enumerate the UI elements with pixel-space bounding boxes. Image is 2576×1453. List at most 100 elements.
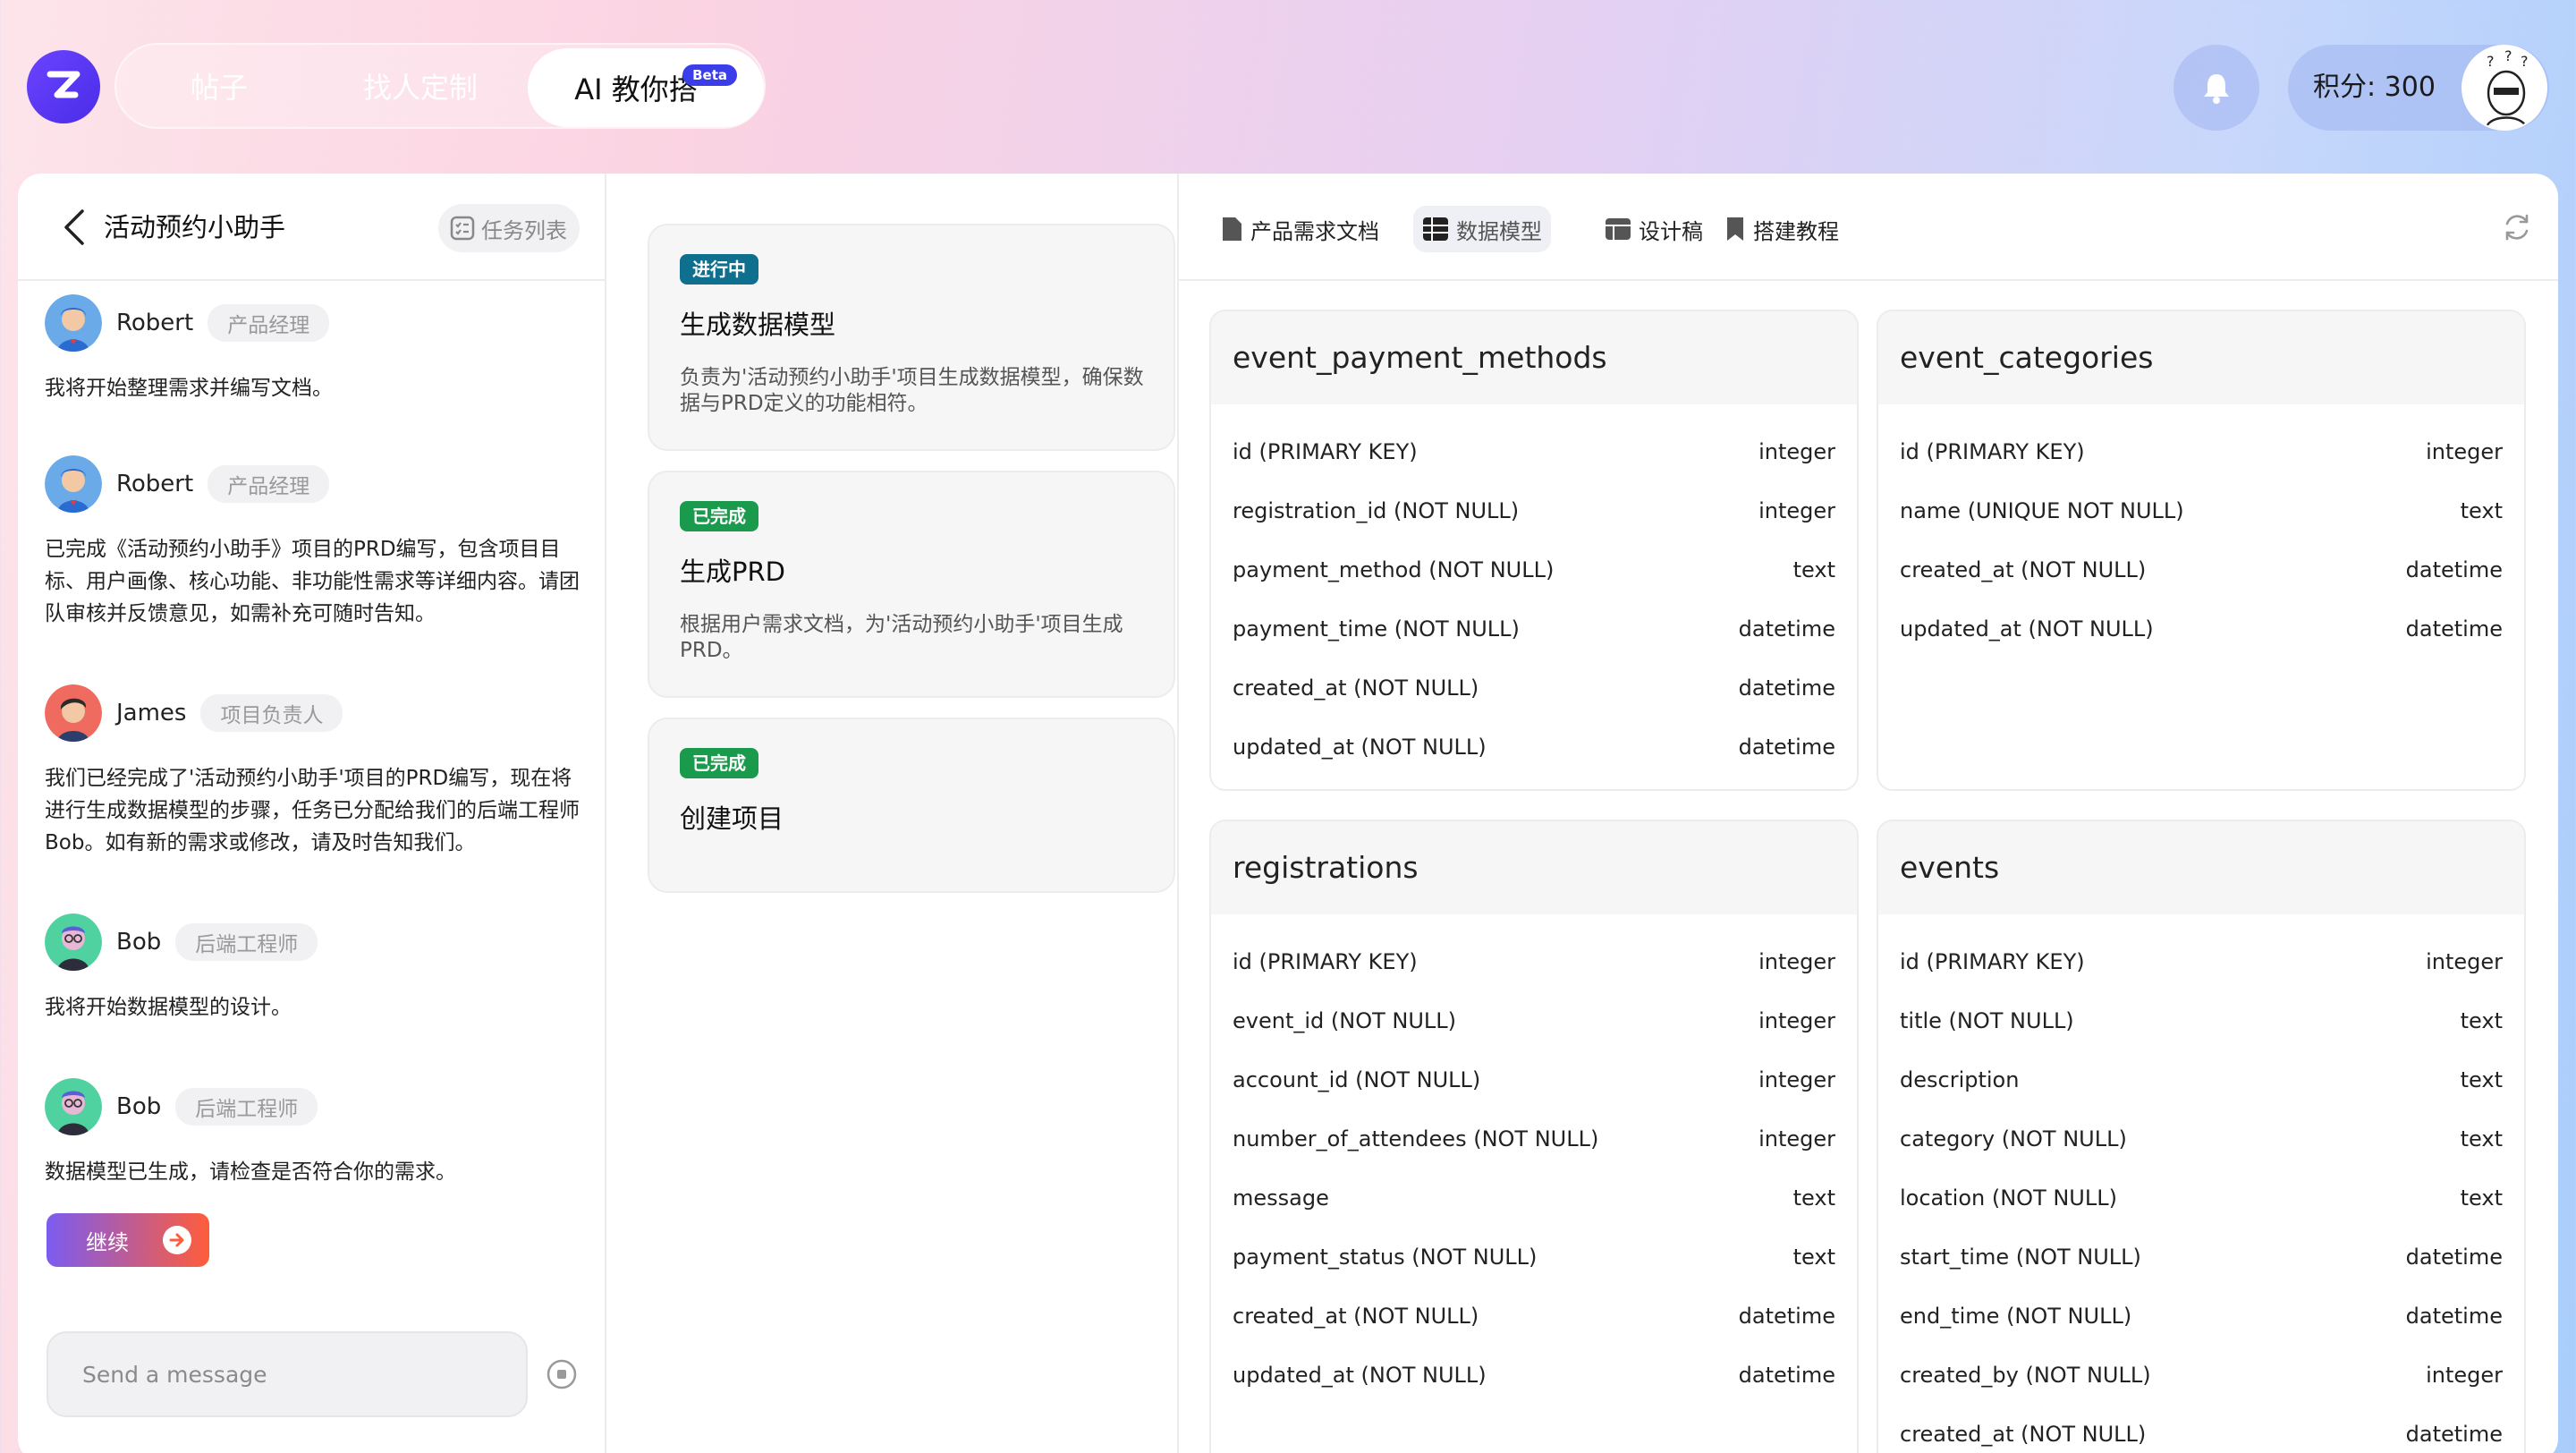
chat-message: Robert 产品经理 我将开始整理需求并编写文档。 (45, 293, 581, 404)
field-name: created_at (NOT NULL) (1900, 557, 2147, 582)
table-name: event_categories (1878, 311, 2524, 404)
table-row: number_of_attendees (NOT NULL) integer (1211, 1109, 1857, 1168)
table-row: account_id (NOT NULL) integer (1211, 1050, 1857, 1109)
field-type: text (2460, 1008, 2503, 1033)
table-card-event-categories: event_categories id (PRIMARY KEY) integer… (1877, 310, 2526, 791)
table-row: category (NOT NULL) text (1878, 1109, 2524, 1168)
task-list-label: 任务列表 (481, 217, 567, 243)
field-type: integer (1758, 1067, 1835, 1092)
field-name: payment_method (NOT NULL) (1233, 557, 1555, 582)
field-name: payment_time (NOT NULL) (1233, 616, 1520, 642)
message-input[interactable] (47, 1331, 528, 1417)
tab-prd[interactable]: 产品需求文档 (1211, 206, 1388, 252)
avatar (45, 684, 102, 742)
task-title: 创建项目 (680, 803, 784, 834)
tab-data-model-label: 数据模型 (1456, 218, 1542, 244)
table-icon (1423, 217, 1448, 241)
field-type: integer (1758, 1008, 1835, 1033)
bob-avatar-icon (45, 1078, 102, 1135)
tab-prd-label: 产品需求文档 (1250, 218, 1379, 244)
arrow-right-icon (163, 1226, 191, 1254)
tab-tutorial[interactable]: 搭建教程 (1716, 206, 1848, 252)
field-type: datetime (1738, 1363, 1835, 1388)
table-row: created_at (NOT NULL) datetime (1878, 540, 2524, 599)
field-type: text (2460, 498, 2503, 523)
table-row: updated_at (NOT NULL) datetime (1878, 599, 2524, 659)
back-arrow-icon[interactable] (55, 206, 95, 249)
beta-badge: Beta (682, 64, 737, 86)
nav-tab-ai-build-label: AI 教你搭 (574, 72, 698, 106)
table-row: registration_id (NOT NULL) integer (1211, 481, 1857, 540)
svg-text:?: ? (2504, 47, 2512, 64)
task-card[interactable]: 已完成 生成PRD 根据用户需求文档，为'活动预约小助手'项目生成PRD。 (648, 471, 1175, 698)
task-card[interactable]: 进行中 生成数据模型 负责为'活动预约小助手'项目生成数据模型，确保数据与PRD… (648, 224, 1175, 451)
field-type: integer (2426, 1363, 2503, 1388)
content-panel: 产品需求文档 数据模型 设计稿 搭建教程 event_payment_metho… (1179, 174, 2558, 1453)
field-type: datetime (2405, 1245, 2503, 1270)
avatar (45, 455, 102, 513)
table-row: created_by (NOT NULL) integer (1878, 1346, 2524, 1405)
table-row: id (PRIMARY KEY) integer (1878, 422, 2524, 481)
tab-data-model[interactable]: 数据模型 (1413, 206, 1551, 252)
field-type: text (1792, 557, 1835, 582)
field-type: datetime (1738, 735, 1835, 760)
field-name: message (1233, 1185, 1329, 1211)
avatar (45, 1078, 102, 1135)
table-name: events (1878, 821, 2524, 914)
sender-name: Bob (116, 929, 162, 956)
field-type: text (2460, 1067, 2503, 1092)
sender-name: James (116, 700, 187, 726)
field-name: payment_status (NOT NULL) (1233, 1245, 1538, 1270)
nav-tab-posts[interactable]: 帖子 (143, 45, 295, 127)
task-panel: 进行中 生成数据模型 负责为'活动预约小助手'项目生成数据模型，确保数据与PRD… (606, 174, 1179, 1453)
logo-z-icon (47, 71, 80, 98)
field-name: id (PRIMARY KEY) (1233, 949, 1418, 974)
sender-name: Robert (116, 310, 194, 336)
task-card[interactable]: 已完成 创建项目 (648, 718, 1175, 893)
robert-avatar-icon (45, 294, 102, 352)
field-name: created_at (NOT NULL) (1233, 676, 1479, 701)
table-name: registrations (1211, 821, 1857, 914)
field-name: category (NOT NULL) (1900, 1126, 2127, 1151)
chat-message: Bob 后端工程师 数据模型已生成，请检查是否符合你的需求。 (45, 1077, 581, 1188)
table-card-registrations: registrations id (PRIMARY KEY) integer ev… (1209, 820, 1859, 1453)
chat-message: Bob 后端工程师 我将开始数据模型的设计。 (45, 913, 581, 1024)
field-name: name (UNIQUE NOT NULL) (1900, 498, 2184, 523)
notification-button[interactable] (2174, 45, 2259, 131)
refresh-icon[interactable] (2501, 211, 2533, 243)
field-name: updated_at (NOT NULL) (1233, 735, 1487, 760)
field-type: datetime (1738, 616, 1835, 642)
user-avatar-icon: ? ? ? (2463, 47, 2546, 129)
nav-tab-ai-build[interactable]: AI 教你搭 Beta (528, 48, 764, 127)
field-name: description (1900, 1067, 2020, 1092)
field-type: datetime (2405, 1422, 2503, 1447)
main-nav: 帖子 找人定制 AI 教你搭 Beta (114, 43, 766, 129)
svg-text:?: ? (2521, 53, 2529, 70)
tab-design[interactable]: 设计稿 (1596, 206, 1712, 252)
field-type: text (1792, 1185, 1835, 1211)
chat-message: James 项目负责人 我们已经完成了'活动预约小助手'项目的PRD编写，现在将… (45, 684, 581, 859)
app-logo[interactable] (27, 50, 100, 123)
stop-icon[interactable] (546, 1358, 578, 1390)
user-avatar[interactable]: ? ? ? (2462, 45, 2547, 131)
continue-button[interactable]: 继续 (47, 1213, 209, 1267)
task-description: 负责为'活动预约小助手'项目生成数据模型，确保数据与PRD定义的功能相符。 (680, 366, 1144, 415)
checklist-icon (450, 216, 475, 241)
message-text: 我将开始整理需求并编写文档。 (45, 377, 333, 400)
task-list-button[interactable]: 任务列表 (438, 204, 580, 252)
sender-role-badge: 产品经理 (208, 465, 330, 503)
field-type: text (1792, 1245, 1835, 1270)
nav-tab-custom[interactable]: 找人定制 (313, 45, 528, 127)
field-name: created_by (NOT NULL) (1900, 1363, 2151, 1388)
status-badge: 已完成 (680, 748, 758, 778)
field-name: created_at (NOT NULL) (1900, 1422, 2147, 1447)
table-row: id (PRIMARY KEY) integer (1878, 932, 2524, 991)
table-row: created_at (NOT NULL) datetime (1878, 1405, 2524, 1453)
tab-design-label: 设计稿 (1639, 218, 1703, 244)
robert-avatar-icon (45, 455, 102, 513)
chat-message: Robert 产品经理 已完成《活动预约小助手》项目的PRD编写，包含项目目标、… (45, 455, 581, 630)
table-row: created_at (NOT NULL) datetime (1211, 659, 1857, 718)
chat-header: 活动预约小助手 任务列表 (18, 174, 605, 281)
field-name: updated_at (NOT NULL) (1900, 616, 2154, 642)
table-row: description text (1878, 1050, 2524, 1109)
